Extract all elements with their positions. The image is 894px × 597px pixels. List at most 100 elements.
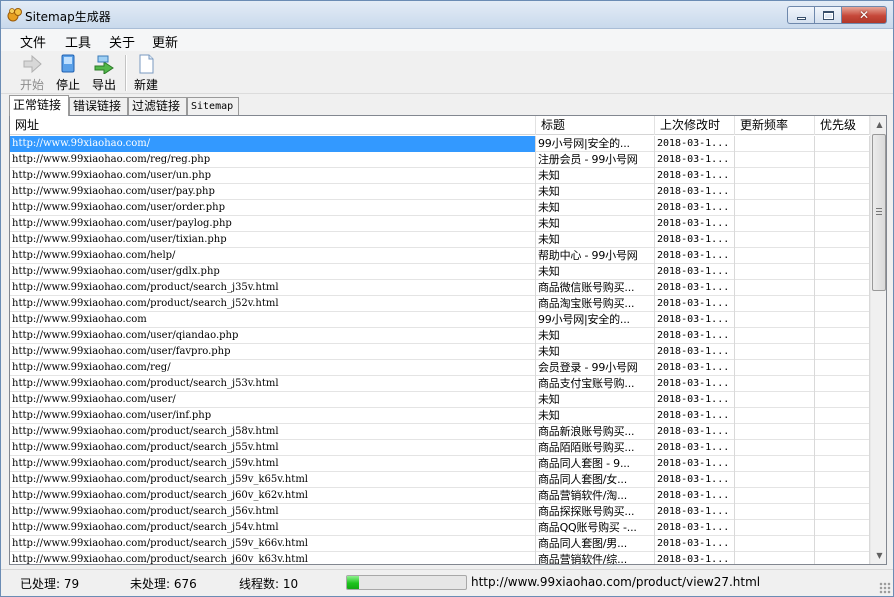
cell-title: 未知 [536, 232, 655, 248]
cell-lastmod: 2018-03-1... [655, 472, 735, 488]
table-row[interactable]: http://www.99xiaohao.com/product/search_… [10, 520, 870, 536]
cell-lastmod: 2018-03-1... [655, 408, 735, 424]
cell-lastmod: 2018-03-1... [655, 488, 735, 504]
export-label: 导出 [91, 78, 116, 92]
column-header-title[interactable]: 标题 [536, 116, 655, 135]
cell-priority [815, 152, 870, 168]
cell-url: http://www.99xiaohao.com/product/search_… [10, 376, 536, 392]
cell-lastmod: 2018-03-1... [655, 376, 735, 392]
table-row[interactable]: http://www.99xiaohao.com/product/search_… [10, 376, 870, 392]
unprocessed-count: 未处理: 676 [130, 577, 197, 591]
table-row[interactable]: http://www.99xiaohao.com/reg/reg.php 注册会员… [10, 152, 870, 168]
maximize-button[interactable] [814, 6, 841, 24]
table-row[interactable]: http://www.99xiaohao.com/product/search_… [10, 552, 870, 564]
minimize-button[interactable] [787, 6, 814, 24]
cell-changefreq [735, 552, 815, 564]
cell-changefreq [735, 424, 815, 440]
table-row[interactable]: http://www.99xiaohao.com/product/search_… [10, 456, 870, 472]
column-header-lastmod[interactable]: 上次修改时 [655, 116, 735, 135]
cell-title: 商品淘宝账号购买... [536, 296, 655, 312]
table-row[interactable]: http://www.99xiaohao.com 99小号网|安全的... 2018… [10, 312, 870, 328]
table-row[interactable]: http://www.99xiaohao.com/user/gdlx.php 未知… [10, 264, 870, 280]
export-icon [94, 55, 114, 74]
cell-title: 商品陌陌账号购买... [536, 440, 655, 456]
cell-url: http://www.99xiaohao.com/product/search_… [10, 456, 536, 472]
tab-normal-links[interactable]: 正常链接 [9, 95, 69, 116]
table-row[interactable]: http://www.99xiaohao.com/product/search_… [10, 488, 870, 504]
cell-priority [815, 440, 870, 456]
table-row[interactable]: http://www.99xiaohao.com/user/favpro.php… [10, 344, 870, 360]
table-row[interactable]: http://www.99xiaohao.com/product/search_… [10, 472, 870, 488]
scroll-up-icon[interactable]: ▲ [871, 116, 886, 133]
scroll-down-icon[interactable]: ▼ [871, 547, 886, 564]
cell-changefreq [735, 248, 815, 264]
table-row[interactable]: http://www.99xiaohao.com/99小号网|安全的... 201… [10, 136, 870, 152]
stop-icon [61, 54, 75, 73]
menu-about[interactable]: 关于 [109, 32, 135, 51]
new-button[interactable]: 新建 [130, 52, 162, 94]
title-bar[interactable]: Sitemap生成器 ✕ [1, 1, 893, 29]
cell-priority [815, 408, 870, 424]
toolbar: 开始 停止 导出 新建 [1, 52, 893, 94]
table-row[interactable]: http://www.99xiaohao.com/product/search_… [10, 424, 870, 440]
table-row[interactable]: http://www.99xiaohao.com/product/search_… [10, 440, 870, 456]
table-row[interactable]: http://www.99xiaohao.com/user/pay.php 未知 2… [10, 184, 870, 200]
cell-lastmod: 2018-03-1... [655, 504, 735, 520]
tab-error-links[interactable]: 错误链接 [69, 97, 128, 115]
scrollbar-thumb[interactable] [872, 134, 886, 291]
export-button[interactable]: 导出 [87, 52, 121, 94]
tab-sitemap[interactable]: Sitemap [187, 97, 239, 115]
close-button[interactable]: ✕ [841, 6, 887, 24]
tab-filtered-links[interactable]: 过滤链接 [128, 97, 187, 115]
menu-update[interactable]: 更新 [152, 32, 178, 51]
menu-file[interactable]: 文件 [20, 32, 46, 51]
table-row[interactable]: http://www.99xiaohao.com/reg/会员登录 - 99小号… [10, 360, 870, 376]
start-button[interactable]: 开始 [13, 52, 51, 94]
processed-count: 已处理: 79 [20, 577, 80, 591]
current-url: http://www.99xiaohao.com/product/view27.… [471, 575, 761, 589]
table-row[interactable]: http://www.99xiaohao.com/user/qiandao.ph… [10, 328, 870, 344]
cell-lastmod: 2018-03-1... [655, 392, 735, 408]
cell-lastmod: 2018-03-1... [655, 328, 735, 344]
cell-title: 商品支付宝账号购... [536, 376, 655, 392]
cell-lastmod: 2018-03-1... [655, 136, 735, 152]
cell-changefreq [735, 232, 815, 248]
cell-changefreq [735, 168, 815, 184]
minimize-icon [797, 17, 806, 20]
table-row[interactable]: http://www.99xiaohao.com/user/tixian.php… [10, 232, 870, 248]
table-row[interactable]: http://www.99xiaohao.com/product/search_… [10, 504, 870, 520]
vertical-scrollbar[interactable]: ▲ ▼ [870, 116, 886, 564]
cell-lastmod: 2018-03-1... [655, 200, 735, 216]
column-header-url[interactable]: 网址 [10, 116, 536, 135]
table-row[interactable]: http://www.99xiaohao.com/product/search_… [10, 536, 870, 552]
table-row[interactable]: http://www.99xiaohao.com/product/search_… [10, 296, 870, 312]
cell-title: 会员登录 - 99小号网 [536, 360, 655, 376]
cell-url: http://www.99xiaohao.com/user/gdlx.php [10, 264, 536, 280]
table-row[interactable]: http://www.99xiaohao.com/user/paylog.php… [10, 216, 870, 232]
table-row[interactable]: http://www.99xiaohao.com/user/order.php 未… [10, 200, 870, 216]
cell-url: http://www.99xiaohao.com/help/ [10, 248, 536, 264]
menu-tools[interactable]: 工具 [65, 32, 91, 51]
cell-priority [815, 456, 870, 472]
tab-strip: 正常链接 错误链接 过滤链接 Sitemap [1, 95, 893, 116]
cell-title: 未知 [536, 184, 655, 200]
new-label: 新建 [133, 78, 158, 92]
column-header-priority[interactable]: 优先级 [815, 116, 870, 135]
menu-bar: 文件 工具 关于 更新 [1, 29, 893, 51]
new-document-icon [139, 54, 154, 74]
resize-grip-icon[interactable] [879, 582, 891, 594]
cell-changefreq [735, 408, 815, 424]
table-row[interactable]: http://www.99xiaohao.com/product/search_… [10, 280, 870, 296]
cell-title: 商品QQ账号购买 -... [536, 520, 655, 536]
cell-changefreq [735, 296, 815, 312]
table-row[interactable]: http://www.99xiaohao.com/help/帮助中心 - 99小… [10, 248, 870, 264]
table-row[interactable]: http://www.99xiaohao.com/user/inf.php 未知 2… [10, 408, 870, 424]
cell-lastmod: 2018-03-1... [655, 520, 735, 536]
cell-priority [815, 392, 870, 408]
column-header-changefreq[interactable]: 更新频率 [735, 116, 815, 135]
table-row[interactable]: http://www.99xiaohao.com/user/un.php 未知 20… [10, 168, 870, 184]
cell-changefreq [735, 264, 815, 280]
cell-lastmod: 2018-03-1... [655, 232, 735, 248]
table-row[interactable]: http://www.99xiaohao.com/user/未知 2018-03-… [10, 392, 870, 408]
stop-button[interactable]: 停止 [51, 52, 85, 94]
